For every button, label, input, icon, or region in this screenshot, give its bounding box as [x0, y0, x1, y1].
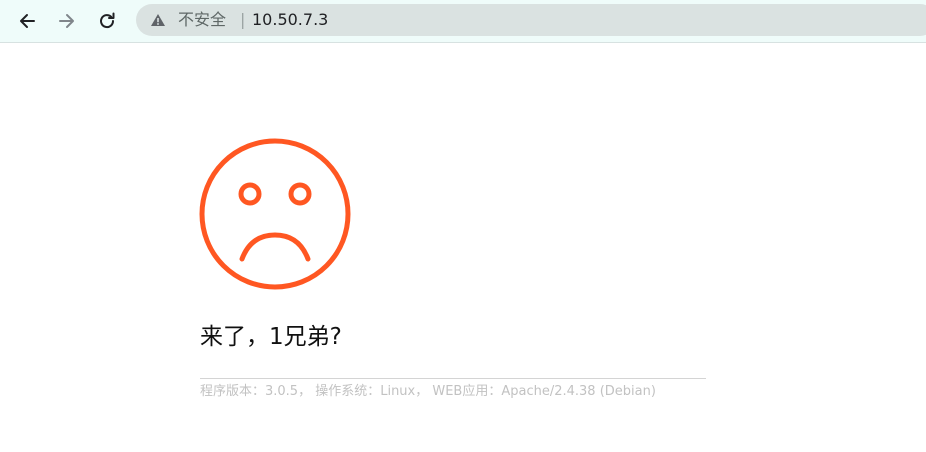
reload-icon	[100, 12, 115, 29]
server-info-text: 程序版本：3.0.5， 操作系统：Linux， WEB应用：Apache/2.4…	[200, 384, 656, 399]
browser-toolbar: 不安全 | 10.50.7.3	[0, 0, 926, 43]
security-status-label[interactable]: 不安全	[178, 10, 226, 30]
forward-button[interactable]	[50, 4, 84, 38]
url-text[interactable]: 10.50.7.3	[252, 10, 328, 30]
page-headline: 来了，1兄弟?	[200, 324, 342, 350]
warning-triangle-icon[interactable]	[150, 13, 166, 27]
sad-face-icon	[199, 138, 351, 290]
address-divider: |	[240, 10, 246, 29]
back-arrow-icon	[20, 14, 35, 28]
back-button[interactable]	[10, 4, 44, 38]
address-bar[interactable]: 不安全 | 10.50.7.3	[136, 4, 926, 36]
forward-arrow-icon	[59, 14, 74, 28]
reload-button[interactable]	[90, 4, 124, 38]
divider-line	[200, 378, 706, 379]
